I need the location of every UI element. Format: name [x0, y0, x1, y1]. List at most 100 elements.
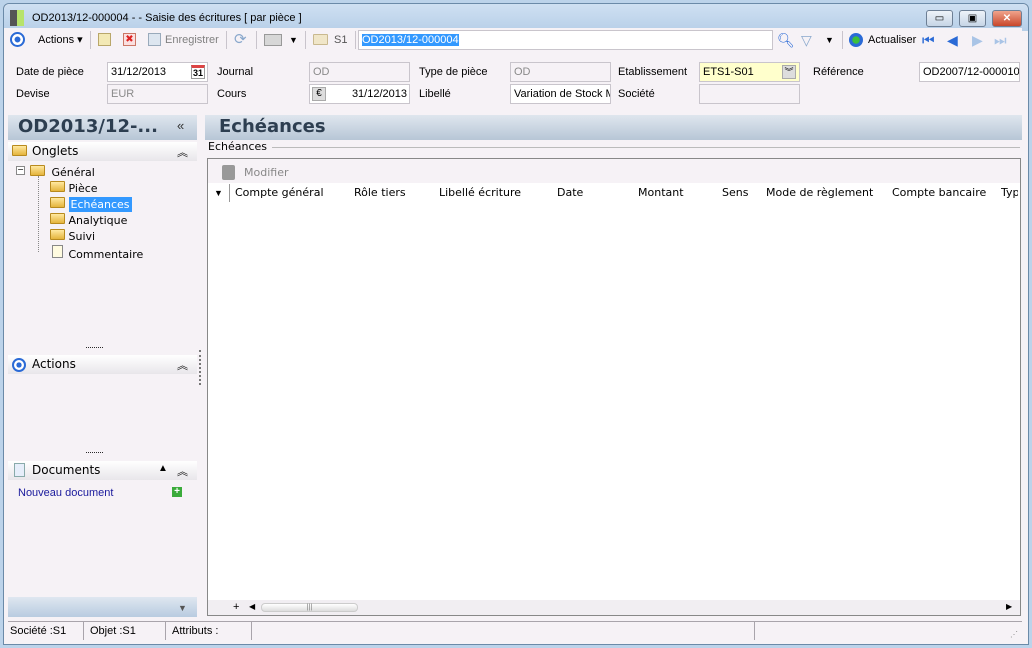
echeances-grid: [207, 158, 1021, 616]
folder-icon: [50, 229, 65, 240]
folder-icon: [12, 145, 27, 159]
actions-menu[interactable]: Actions ▾: [38, 32, 83, 48]
scroll-left-icon[interactable]: ◀: [249, 602, 255, 611]
calendar-icon[interactable]: 31: [191, 65, 205, 79]
column-chooser-icon[interactable]: ▼: [214, 188, 223, 198]
documents-label: Documents: [32, 463, 101, 477]
print-icon[interactable]: [264, 34, 282, 46]
actions-label: Actions: [38, 34, 75, 46]
last-record-icon[interactable]: ⏭︎: [994, 32, 1007, 48]
column-header[interactable]: Compte bancaire: [892, 186, 986, 199]
search-icon[interactable]: 🔍︎: [777, 32, 795, 48]
column-header[interactable]: Typ: [1001, 186, 1018, 199]
refresh-button[interactable]: Actualiser: [868, 32, 916, 48]
column-header[interactable]: Montant: [638, 186, 684, 199]
add-icon[interactable]: +: [172, 487, 182, 497]
column-header[interactable]: Compte général: [235, 186, 324, 199]
tree-item-suivi[interactable]: Suivi: [50, 229, 95, 243]
devise-field[interactable]: EUR: [107, 84, 208, 104]
group-line: [272, 147, 1020, 148]
splitter-handle[interactable]: ·········: [85, 447, 104, 457]
vertical-splitter[interactable]: [199, 350, 201, 385]
filter-dropdown-icon[interactable]: ▼: [825, 32, 834, 48]
status-attributs: Attributs :: [166, 622, 252, 640]
restore-button[interactable]: ▣: [959, 10, 986, 27]
target-icon: [12, 358, 26, 372]
collapse-documents-icon[interactable]: ︽: [177, 463, 188, 479]
type-field[interactable]: OD: [510, 62, 611, 82]
new-document-link[interactable]: Nouveau document: [18, 487, 113, 499]
s1-button[interactable]: S1: [334, 32, 347, 48]
tree-item-label: Général: [51, 166, 95, 179]
resize-grip-icon[interactable]: ⋰: [1010, 630, 1018, 639]
tree-item-echeances[interactable]: Echéances: [50, 197, 132, 212]
next-record-icon[interactable]: ▶: [972, 32, 983, 48]
column-header[interactable]: Libellé écriture: [439, 186, 521, 199]
target-icon[interactable]: [10, 32, 25, 47]
libelle-label: Libellé: [419, 88, 451, 100]
actions-section-label: Actions: [32, 357, 76, 371]
actions-header[interactable]: Actions: [8, 355, 197, 374]
first-record-icon[interactable]: ⏮︎: [922, 32, 935, 48]
tree-item-commentaire[interactable]: Commentaire: [50, 245, 143, 261]
previous-record-icon[interactable]: ◀: [947, 32, 958, 48]
onglets-header[interactable]: Onglets: [8, 142, 197, 161]
close-button[interactable]: ✕: [992, 10, 1022, 27]
splitter-handle[interactable]: ·········: [85, 342, 104, 352]
chevron-down-icon[interactable]: ▼: [178, 603, 187, 613]
status-panel: [252, 622, 755, 640]
column-header[interactable]: Sens: [722, 186, 748, 199]
app-logo-icon: [10, 10, 24, 26]
tree-collapse-icon[interactable]: −: [16, 166, 25, 175]
collapse-onglets-icon[interactable]: ︽: [177, 144, 188, 160]
collapse-up-icon[interactable]: ▲: [158, 463, 168, 474]
reference-label: Référence: [813, 66, 864, 78]
folder-icon: [30, 165, 45, 176]
chevron-double-down-icon[interactable]: ︾: [782, 65, 796, 79]
documents-header[interactable]: Documents: [8, 461, 197, 480]
tree-item-label: Pièce: [68, 182, 98, 195]
scroll-right-icon[interactable]: ▶: [1006, 602, 1012, 611]
add-row-icon[interactable]: +: [233, 601, 239, 613]
collapse-actions-icon[interactable]: ︽: [177, 357, 188, 373]
libelle-field[interactable]: Variation de Stock M: [510, 84, 611, 104]
tree-item-label: Analytique: [68, 214, 128, 227]
grid-toolbar: [208, 159, 1020, 183]
collapse-panel-button[interactable]: «: [177, 118, 184, 133]
modify-button[interactable]: Modifier: [244, 166, 288, 179]
etablissement-label: Etablissement: [618, 66, 688, 78]
filter-icon[interactable]: ▽: [801, 32, 812, 48]
save-icon: [148, 33, 161, 46]
open-folder-icon: [50, 197, 65, 208]
new-icon[interactable]: [98, 33, 111, 46]
separator: [229, 184, 230, 202]
date-value: 31/12/2013: [111, 66, 167, 78]
minimize-button[interactable]: ▭: [926, 10, 953, 27]
folder-icon: [50, 181, 65, 192]
print-dropdown-icon[interactable]: ▼: [289, 32, 298, 48]
sync-icon[interactable]: ⟳: [234, 32, 247, 48]
edit-icon: [222, 165, 235, 180]
separator: [226, 31, 227, 49]
tree-item-piece[interactable]: Pièce: [50, 181, 98, 195]
journal-field[interactable]: OD: [309, 62, 410, 82]
societe-label: Société: [618, 88, 655, 100]
column-header[interactable]: Mode de règlement: [766, 186, 873, 199]
tree-line: [38, 176, 39, 252]
search-value: OD2013/12-000004: [362, 34, 459, 46]
group-label: Echéances: [208, 140, 267, 153]
reference-field[interactable]: OD2007/12-000010: [919, 62, 1020, 82]
column-header[interactable]: Date: [557, 186, 583, 199]
euro-icon[interactable]: €: [312, 87, 326, 101]
tree-item-general[interactable]: Général: [30, 165, 95, 179]
folder-icon: [313, 34, 328, 48]
separator: [305, 31, 306, 49]
search-input[interactable]: OD2013/12-000004: [358, 30, 773, 50]
societe-field[interactable]: [699, 84, 800, 104]
tree-item-analytique[interactable]: Analytique: [50, 213, 127, 227]
scroll-thumb[interactable]: |||: [261, 603, 358, 612]
column-header[interactable]: Rôle tiers: [354, 186, 406, 199]
delete-icon[interactable]: ✖: [123, 33, 136, 46]
left-panel-title-text: OD2013/12-...: [18, 116, 158, 137]
save-button[interactable]: Enregistrer: [165, 32, 219, 48]
